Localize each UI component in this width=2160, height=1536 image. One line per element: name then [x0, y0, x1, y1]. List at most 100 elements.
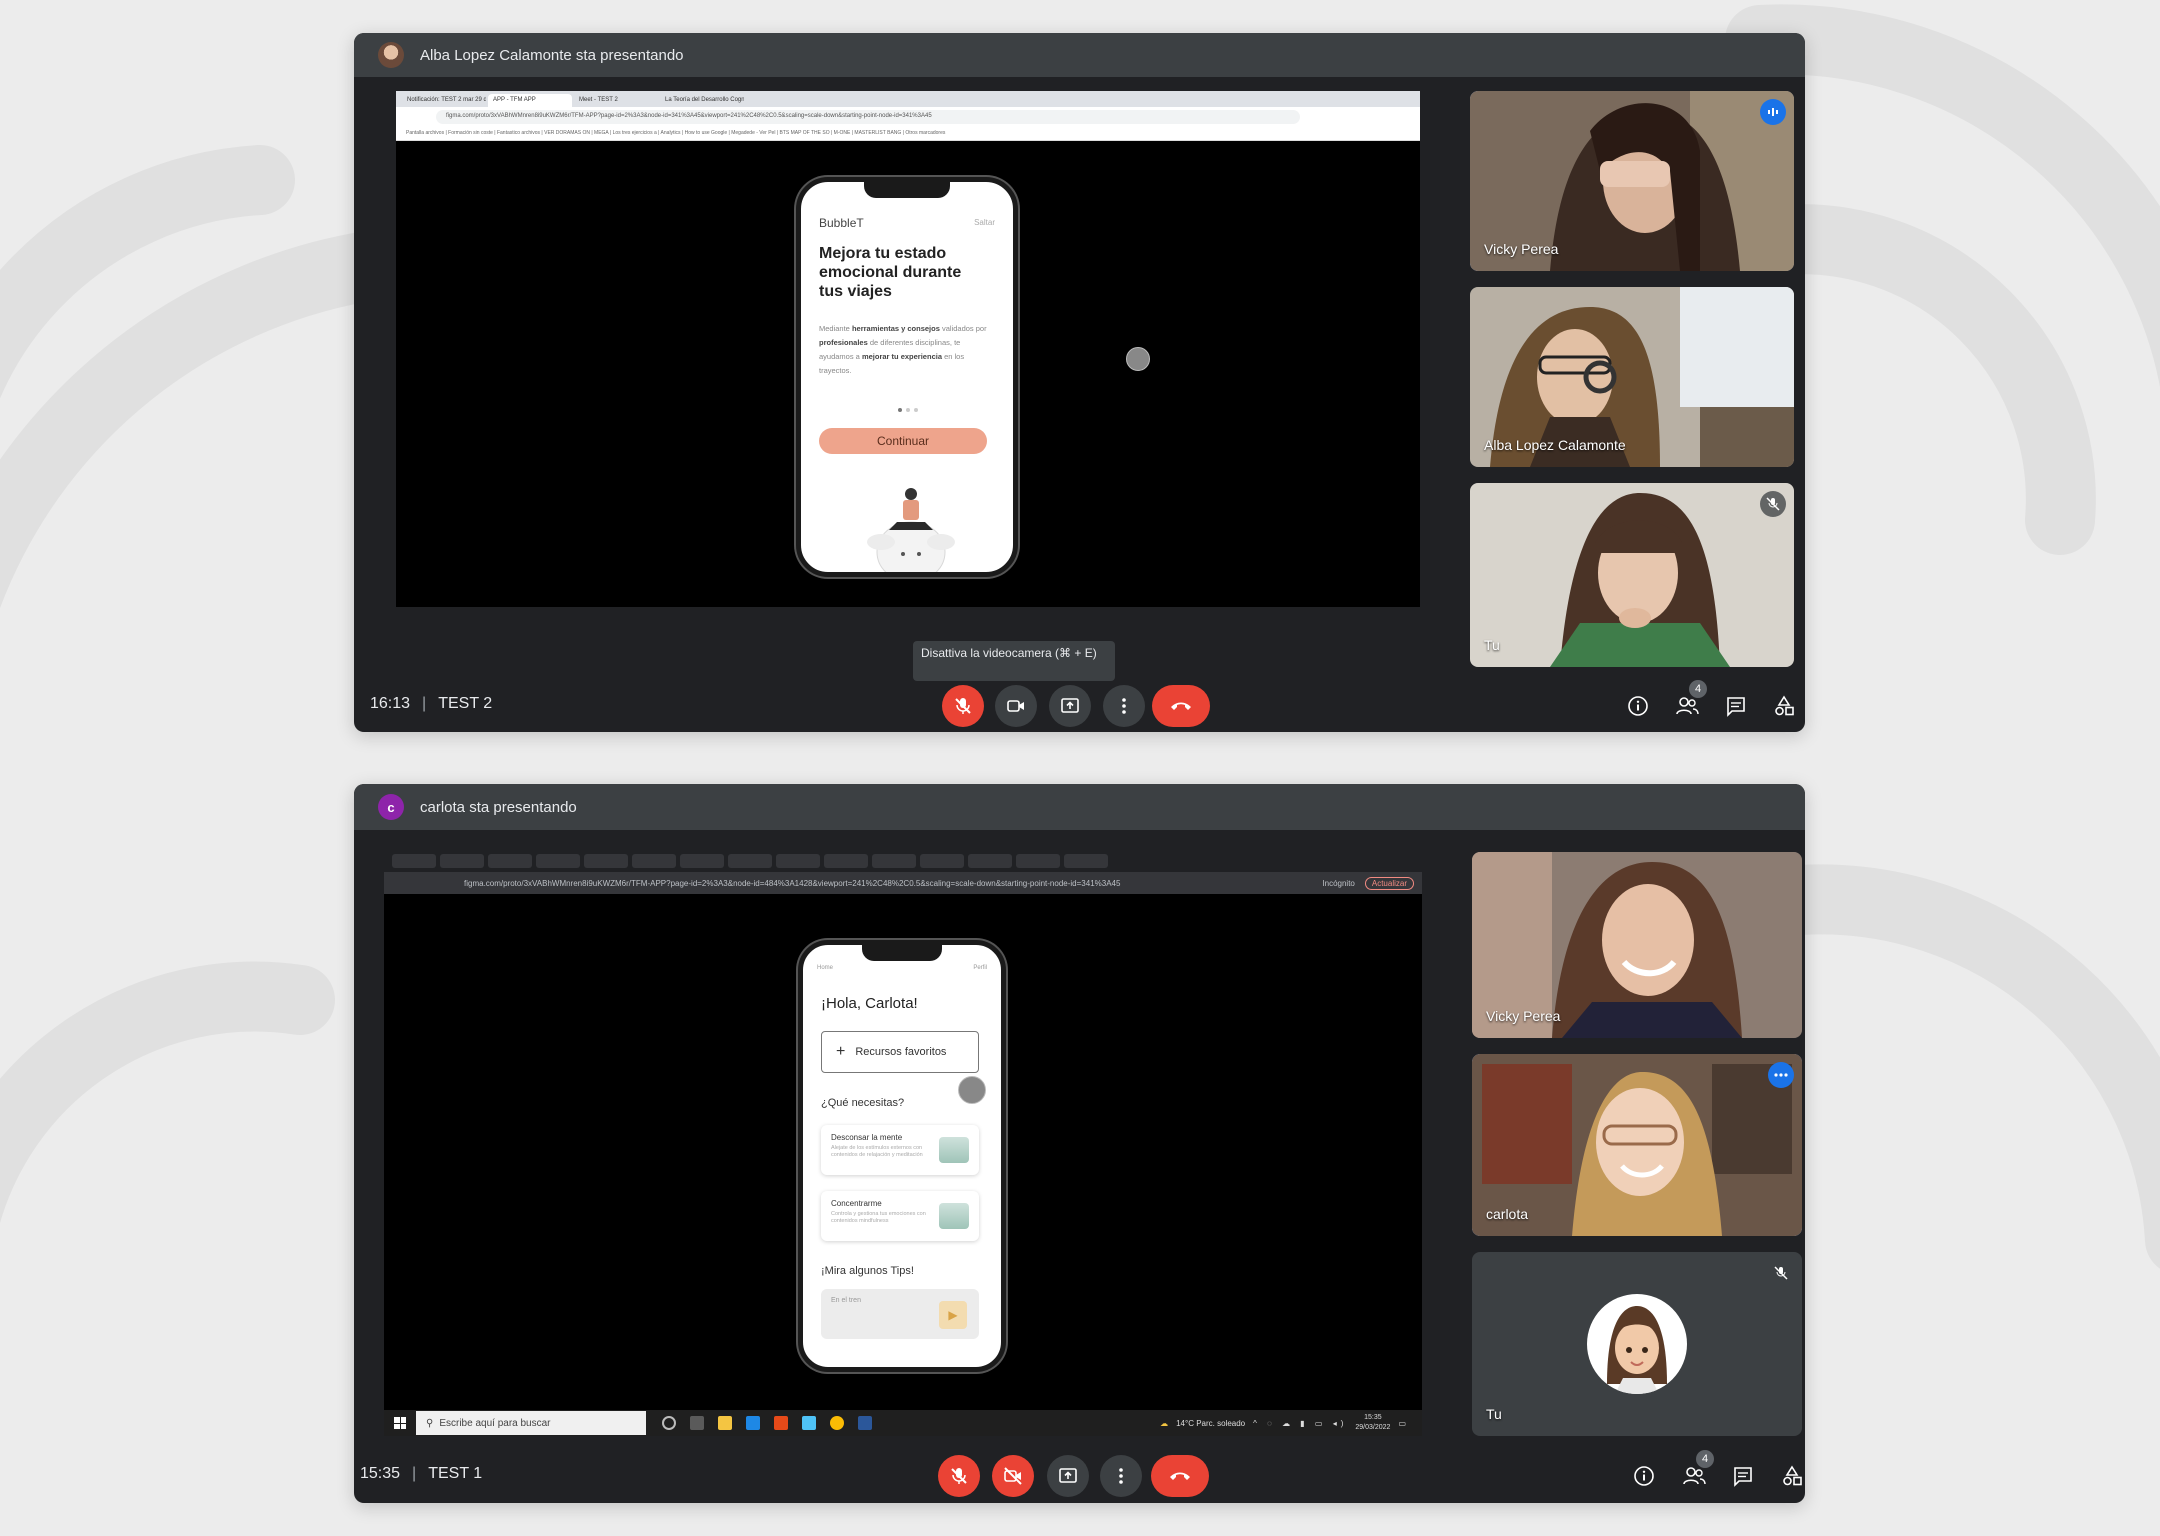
browser-toolbar: figma.com/proto/3xVABhWMnren8i9uKWZM6r/T… — [384, 872, 1422, 894]
task-view-icon[interactable] — [690, 1416, 704, 1430]
nav-home[interactable]: Home — [817, 965, 833, 971]
participant-name: Vicky Perea — [1486, 1008, 1561, 1024]
participant-name: carlota — [1486, 1206, 1529, 1222]
meeting-info: 15:35 | TEST 1 — [360, 1465, 482, 1483]
phone-notch — [864, 182, 950, 198]
browser-tab[interactable] — [776, 854, 820, 868]
phone-mockup-onboarding: BubbleT Saltar Mejora tu estado emociona… — [796, 177, 1018, 577]
system-tray: ☁ 14°C Parc. soleado ^ ◌ ☁ ▮ ▭ ◂) 15:35 … — [1160, 1413, 1422, 1433]
phone-notch — [862, 945, 942, 961]
participant-tile-you[interactable]: Tu — [1470, 483, 1794, 667]
camera-icon — [1007, 700, 1024, 712]
bookmarks-bar[interactable]: Pantalla archivos | Formación sin coste … — [396, 127, 1420, 141]
camera-toggle-button[interactable] — [992, 1455, 1034, 1497]
card-description: Alejate de los estímulos externos con co… — [831, 1145, 923, 1158]
browser-tab-strip: Notificación: TEST 2 mar 29 de APP - TFM… — [396, 91, 1420, 107]
browser-tab[interactable] — [680, 854, 724, 868]
resource-card[interactable]: Concentrarme Controla y gestiona tus emo… — [821, 1191, 979, 1241]
browser-tab[interactable] — [1064, 854, 1108, 868]
mic-toggle-button[interactable] — [942, 685, 984, 727]
people-button[interactable]: 4 — [1676, 1450, 1714, 1494]
mic-off-icon — [1768, 1260, 1794, 1286]
chrome-icon[interactable] — [830, 1416, 844, 1430]
system-clock[interactable]: 15:35 29/03/2022 — [1355, 1413, 1390, 1433]
browser-tab[interactable] — [488, 854, 532, 868]
meeting-time: 15:35 — [360, 1465, 401, 1482]
more-options-icon[interactable] — [1768, 1062, 1794, 1088]
chat-icon — [1727, 697, 1745, 717]
mic-off-icon — [955, 698, 971, 714]
office-icon[interactable] — [774, 1416, 788, 1430]
chat-button[interactable] — [1725, 1458, 1761, 1494]
browser-tab[interactable] — [872, 854, 916, 868]
onboarding-headline: Mejora tu estado emocional durante tus v… — [819, 245, 962, 300]
clock-time: 15:35 — [1364, 1414, 1382, 1421]
activities-icon — [1783, 1465, 1802, 1486]
leave-call-button[interactable] — [1152, 685, 1210, 727]
activities-button[interactable] — [1766, 688, 1802, 724]
update-button[interactable]: Actualizar — [1364, 876, 1414, 890]
file-explorer-icon[interactable] — [718, 1416, 732, 1430]
participant-tile-vicky[interactable]: Vicky Perea — [1472, 852, 1802, 1038]
browser-tab[interactable]: Notificación: TEST 2 mar 29 de — [402, 94, 486, 107]
camera-toggle-button[interactable] — [995, 685, 1037, 727]
chat-button[interactable] — [1718, 688, 1754, 724]
chat-icon — [1734, 1467, 1752, 1487]
participant-name: Vicky Perea — [1484, 241, 1559, 257]
more-options-button[interactable] — [1103, 685, 1145, 727]
windows-start-icon[interactable] — [394, 1417, 406, 1429]
audio-activity-icon — [1760, 99, 1786, 125]
participant-tile-vicky[interactable]: Vicky Perea — [1470, 91, 1794, 271]
participant-tile-carlota[interactable]: carlota — [1472, 1054, 1802, 1236]
skip-link[interactable]: Saltar — [974, 218, 995, 227]
present-now-button[interactable] — [1047, 1455, 1089, 1497]
app-icon[interactable] — [802, 1416, 816, 1430]
browser-tab[interactable]: Meet - TEST 2 — [574, 94, 658, 107]
pagination-dots — [898, 408, 918, 412]
browser-tab[interactable] — [824, 854, 868, 868]
plus-icon: + — [836, 1043, 846, 1060]
continue-button[interactable]: Continuar — [819, 428, 987, 454]
mic-toggle-button[interactable] — [938, 1455, 980, 1497]
participant-tile-alba[interactable]: Alba Lopez Calamonte — [1470, 287, 1794, 467]
browser-tab[interactable] — [392, 854, 436, 868]
nav-profile[interactable]: Perfil — [973, 965, 987, 971]
pointer-indicator — [1126, 347, 1150, 371]
word-icon[interactable] — [858, 1416, 872, 1430]
favorites-button[interactable]: + Recursos favoritos — [821, 1031, 979, 1073]
mic-off-icon — [1760, 491, 1786, 517]
people-button[interactable]: 4 — [1669, 680, 1707, 724]
onboarding-body: Mediante herramientas y consejos validad… — [819, 322, 989, 378]
pointer-indicator — [958, 1076, 986, 1104]
browser-tab[interactable] — [968, 854, 1012, 868]
meet-window-test-2: Alba Lopez Calamonte sta presentando Not… — [354, 33, 1805, 732]
body-text: validados por — [939, 324, 987, 333]
browser-tab[interactable]: APP - TFM APP — [488, 94, 572, 107]
address-bar[interactable]: figma.com/proto/3xVABhWMnren8i9uKWZM6r/T… — [436, 110, 1300, 124]
taskbar-search[interactable]: ⚲ Escribe aquí para buscar — [416, 1411, 646, 1435]
body-text: Mediante — [819, 324, 852, 333]
browser-tab[interactable] — [728, 854, 772, 868]
notifications-icon[interactable]: ▭ — [1398, 1419, 1406, 1428]
resource-card[interactable]: Desconsar la mente Alejate de los estímu… — [821, 1125, 979, 1175]
browser-tab[interactable] — [536, 854, 580, 868]
presenting-banner: c carlota sta presentando — [354, 784, 1805, 830]
activities-button[interactable] — [1774, 1458, 1805, 1494]
more-options-button[interactable] — [1100, 1455, 1142, 1497]
meeting-details-button[interactable] — [1626, 1458, 1662, 1494]
browser-tab[interactable] — [1016, 854, 1060, 868]
browser-tab[interactable] — [920, 854, 964, 868]
cortana-icon[interactable] — [662, 1416, 676, 1430]
meeting-details-button[interactable] — [1620, 688, 1656, 724]
shared-screen: figma.com/proto/3xVABhWMnren8i9uKWZM6r/T… — [384, 850, 1422, 1436]
browser-tab[interactable] — [440, 854, 484, 868]
browser-tab[interactable] — [584, 854, 628, 868]
participant-tile-you[interactable]: Tu — [1472, 1252, 1802, 1436]
present-now-button[interactable] — [1049, 685, 1091, 727]
browser-tab[interactable]: La Teoría del Desarrollo Cogniti — [660, 94, 744, 107]
browser-tab[interactable] — [632, 854, 676, 868]
mail-icon[interactable] — [746, 1416, 760, 1430]
address-bar[interactable]: figma.com/proto/3xVABhWMnren8i9uKWZM6r/T… — [464, 879, 1312, 888]
leave-call-button[interactable] — [1151, 1455, 1209, 1497]
tip-card[interactable]: En el tren ▶ — [821, 1289, 979, 1339]
